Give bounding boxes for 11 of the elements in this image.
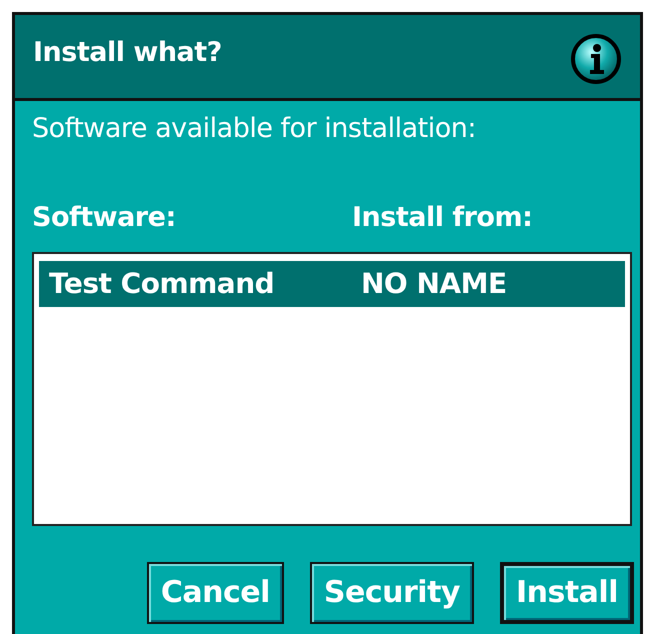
window-title: Install what? bbox=[33, 36, 222, 70]
software-name: Test Command bbox=[49, 266, 276, 302]
dialog-button[interactable]: Cancel bbox=[146, 562, 284, 624]
column-header: Install from: bbox=[352, 200, 532, 234]
dialog-button[interactable]: Security bbox=[310, 562, 474, 624]
install-source: NO NAME bbox=[361, 266, 507, 302]
info-icon[interactable] bbox=[570, 33, 622, 85]
dialog-button[interactable]: Install bbox=[500, 562, 634, 624]
prompt-text: Software available for installation: bbox=[31, 112, 477, 146]
list-row[interactable]: Test Command NO NAME bbox=[39, 261, 625, 307]
column-header: Software: bbox=[32, 200, 177, 234]
